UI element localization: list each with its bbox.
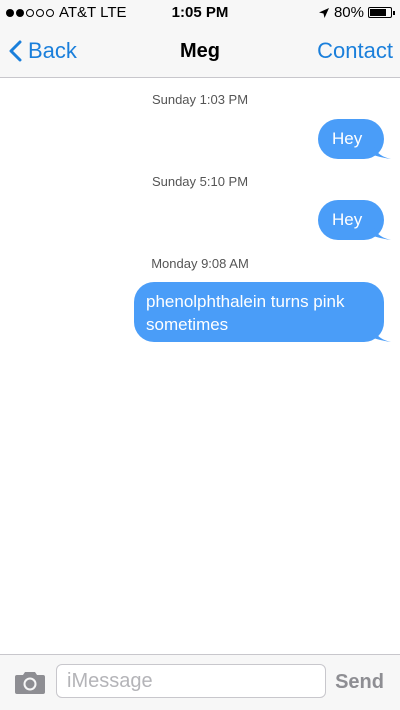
message-text: Hey — [332, 210, 363, 229]
timestamp: Sunday 1:03 PM — [151, 92, 249, 107]
bubble-tail — [373, 326, 391, 342]
message-text: Hey — [332, 129, 363, 148]
sent-message-bubble[interactable]: Hey — [318, 119, 391, 159]
message-text: phenolphthalein turns pink sometimes — [146, 292, 345, 334]
timestamp: Monday 9:08 AM — [151, 256, 249, 271]
send-button[interactable]: Send — [335, 671, 384, 694]
camera-icon[interactable] — [14, 669, 46, 695]
battery-percent: 80% — [333, 4, 364, 21]
sent-message-bubble[interactable]: Hey — [318, 200, 391, 240]
back-button[interactable]: Back — [8, 38, 77, 64]
message-list[interactable]: Sunday 1:03 PM Hey Sunday 5:10 PM Hey Mo… — [0, 78, 400, 654]
battery-level — [370, 9, 386, 16]
message-input-bar: Send — [0, 654, 400, 710]
battery-icon — [368, 7, 395, 18]
sent-message-bubble[interactable]: phenolphthalein turns pink sometimes — [134, 282, 391, 342]
status-bar: AT&T LTE 1:05 PM 80% — [0, 0, 400, 26]
status-right: 80% — [318, 4, 395, 21]
imessage-input[interactable] — [56, 664, 326, 698]
contact-button[interactable]: Contact — [317, 38, 393, 64]
chevron-left-icon — [9, 40, 22, 62]
navigation-bar: Back Meg Contact — [0, 26, 400, 78]
location-arrow-icon — [318, 7, 329, 18]
timestamp: Sunday 5:10 PM — [151, 174, 249, 189]
bubble-tail — [373, 143, 391, 159]
back-label: Back — [28, 38, 77, 63]
bubble-tail — [373, 224, 391, 240]
